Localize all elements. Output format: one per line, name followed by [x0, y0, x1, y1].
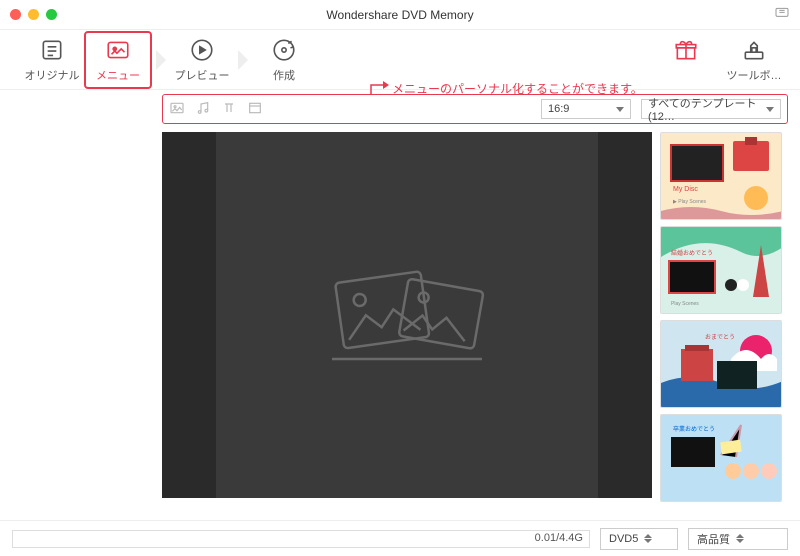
tab-menu[interactable]: メニュー [90, 37, 146, 83]
template-filter-select[interactable]: すべてのテンプレート(12… [641, 99, 781, 119]
svg-text:結婚おめでとう: 結婚おめでとう [671, 249, 713, 257]
stepper-icon [644, 534, 654, 543]
svg-text:卒業おめでとう: 卒業おめでとう [673, 425, 715, 433]
template-thumbnail[interactable]: おまでとう [660, 320, 782, 408]
svg-text:▶ Play Scenes: ▶ Play Scenes [673, 199, 707, 205]
disc-usage-bar: 0.01/4.4G [12, 530, 590, 548]
svg-text:My Disc: My Disc [673, 186, 698, 193]
svg-text:Play Scenes: Play Scenes [671, 301, 699, 307]
close-window-button[interactable] [10, 9, 21, 20]
disc-usage-text: 0.01/4.4G [535, 532, 583, 544]
chevron-down-icon [616, 107, 624, 112]
tab-original[interactable]: オリジナル [24, 37, 80, 83]
footer-bar: 0.01/4.4G DVD5 高品質 [0, 520, 800, 556]
chevron-icon [238, 50, 248, 70]
aspect-ratio-value: 16:9 [548, 103, 569, 115]
stepper-icon [736, 534, 746, 543]
svg-text:おまでとう: おまでとう [705, 334, 735, 341]
toolbox-label: ツールボ… [727, 67, 782, 83]
chapter-icon[interactable] [247, 100, 263, 119]
gift-button[interactable] [658, 37, 714, 83]
template-thumbnail[interactable]: 結婚おめでとう Play Scenes [660, 226, 782, 314]
text-icon[interactable] [221, 100, 237, 119]
disc-type-select[interactable]: DVD5 [600, 528, 678, 550]
window-controls [10, 9, 57, 20]
tab-original-label: オリジナル [25, 67, 80, 83]
main-area: My Disc▶ Play Scenes 結婚おめでとうPlay Scenes … [0, 124, 800, 518]
chevron-down-icon [766, 107, 774, 112]
menu-options-bar: 16:9 すべてのテンプレート(12… [162, 94, 788, 124]
background-image-icon[interactable] [169, 100, 185, 119]
quality-value: 高品質 [697, 531, 730, 547]
tab-preview-label: プレビュー [175, 67, 230, 83]
window-title: Wondershare DVD Memory [326, 8, 473, 22]
menu-preview [162, 132, 652, 498]
titlebar: Wondershare DVD Memory [0, 0, 800, 30]
aspect-ratio-select[interactable]: 16:9 [541, 99, 631, 119]
tab-create-label: 作成 [273, 67, 295, 83]
menu-preview-canvas[interactable] [216, 132, 598, 498]
tab-create[interactable]: 作成 [256, 37, 312, 83]
annotation-text: メニューのパーソナル化することができます。 [392, 80, 643, 97]
template-filter-value: すべてのテンプレート(12… [648, 95, 760, 123]
tab-preview[interactable]: プレビュー [174, 37, 230, 83]
feedback-icon[interactable] [774, 5, 790, 24]
template-thumbnail[interactable]: My Disc ▶ Play Scenes [660, 132, 782, 220]
maximize-window-button[interactable] [46, 9, 57, 20]
template-thumbnail[interactable]: 卒業おめでとう [660, 414, 782, 502]
quality-select[interactable]: 高品質 [688, 528, 788, 550]
chevron-icon [156, 50, 166, 70]
annotation-callout: メニューのパーソナル化することができます。 [365, 80, 643, 97]
template-list[interactable]: My Disc▶ Play Scenes 結婚おめでとうPlay Scenes … [660, 132, 788, 518]
music-icon[interactable] [195, 100, 211, 119]
empty-images-icon [322, 255, 492, 375]
preview-wrap [12, 132, 652, 518]
disc-type-value: DVD5 [609, 533, 638, 545]
tab-menu-label: メニュー [96, 67, 140, 83]
toolbox-button[interactable]: ツールボ… [726, 37, 782, 83]
minimize-window-button[interactable] [28, 9, 39, 20]
